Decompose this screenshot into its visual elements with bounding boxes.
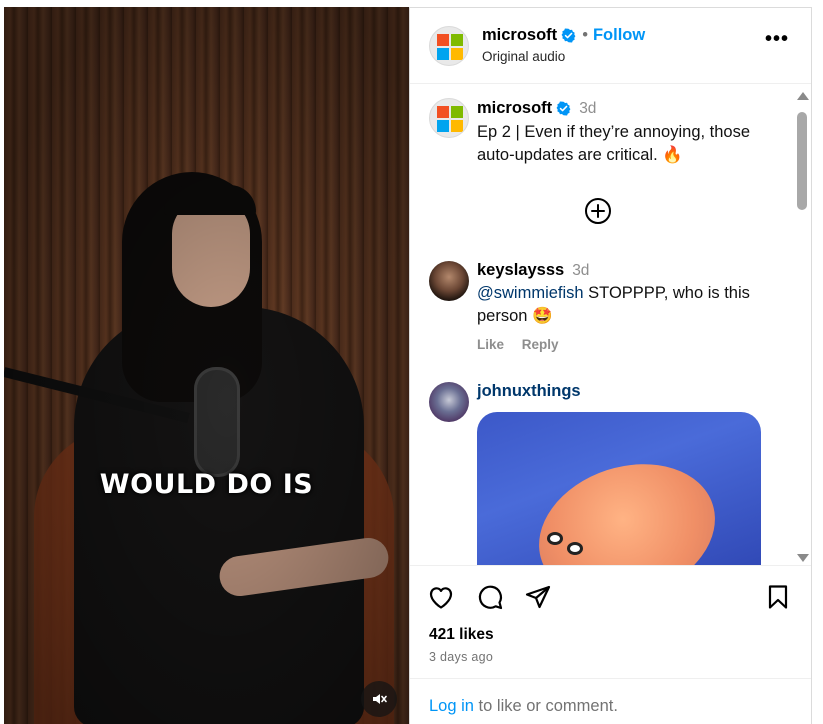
post-date[interactable]: 3 days ago xyxy=(429,650,493,664)
mute-button[interactable] xyxy=(361,681,397,717)
microsoft-logo-icon xyxy=(437,34,463,60)
header-username-row: microsoft • Follow xyxy=(482,26,645,45)
save-bookmark-icon[interactable] xyxy=(763,582,793,612)
post-timestamp[interactable]: 3d xyxy=(579,100,596,118)
fire-emoji: 🔥 xyxy=(662,145,683,164)
comment-reply-button[interactable]: Reply xyxy=(522,337,559,352)
likes-count[interactable]: 421 likes xyxy=(429,626,494,644)
comment-username[interactable]: keyslaysss xyxy=(477,261,564,280)
video-caption: WOULD DO IS xyxy=(99,469,314,500)
comment-timestamp[interactable]: 3d xyxy=(572,262,589,280)
more-options-icon[interactable]: ••• xyxy=(765,29,789,49)
login-prompt: Log in to like or comment. xyxy=(410,678,811,716)
gif-eye xyxy=(547,532,563,545)
comment-username[interactable]: johnuxthings xyxy=(477,382,581,401)
verified-badge-icon xyxy=(561,28,576,43)
post-header: microsoft • Follow Original audio ••• xyxy=(410,8,811,84)
comment-gif[interactable] xyxy=(477,412,761,565)
microsoft-logo-icon xyxy=(437,106,463,132)
mention-link[interactable]: @swimmiefish xyxy=(477,284,584,302)
post-caption: Ep 2 | Even if they’re annoying, those a… xyxy=(477,121,777,166)
avatar[interactable] xyxy=(429,26,469,66)
gif-character xyxy=(521,442,733,565)
post-sidebar: microsoft • Follow Original audio ••• mi… xyxy=(409,7,812,724)
comment-author-row: keyslaysss 3d xyxy=(477,261,589,280)
post-caption-text: Ep 2 | Even if they’re annoying, those a… xyxy=(477,123,751,164)
speaker-muted-icon xyxy=(373,694,387,704)
comment-text: @swimmiefish STOPPPP, who is this person… xyxy=(477,282,767,327)
video-vignette xyxy=(4,7,409,724)
comments-section[interactable]: microsoft 3d Ep 2 | Even if they’re anno… xyxy=(410,85,811,565)
comment-avatar[interactable] xyxy=(429,382,469,422)
login-link[interactable]: Log in xyxy=(429,697,474,715)
post-author-row: microsoft 3d xyxy=(477,99,596,118)
share-send-icon[interactable] xyxy=(523,582,553,612)
comment-avatar[interactable] xyxy=(429,261,469,301)
scroll-up-arrow-icon[interactable] xyxy=(797,92,809,100)
comment-bubble-icon[interactable] xyxy=(475,582,505,612)
comments-scrollbar[interactable] xyxy=(796,90,809,566)
star-struck-emoji: 🤩 xyxy=(532,306,553,325)
original-audio-link[interactable]: Original audio xyxy=(482,49,565,64)
load-more-comments-icon[interactable] xyxy=(584,197,612,225)
follow-button[interactable]: Follow xyxy=(593,26,645,45)
post-actions: 421 likes 3 days ago Log in to like or c… xyxy=(410,565,811,724)
header-username[interactable]: microsoft xyxy=(482,26,557,45)
gif-eye xyxy=(567,542,583,555)
scrollbar-thumb[interactable] xyxy=(797,112,807,210)
post-author-avatar[interactable] xyxy=(429,98,469,138)
scroll-down-arrow-icon[interactable] xyxy=(797,554,809,562)
separator-dot: • xyxy=(582,26,588,44)
comment-like-button[interactable]: Like xyxy=(477,337,504,352)
video-player[interactable]: WOULD DO IS xyxy=(4,7,409,724)
post-author-username[interactable]: microsoft xyxy=(477,99,552,118)
like-heart-icon[interactable] xyxy=(426,582,456,612)
comment-actions: Like Reply xyxy=(477,337,573,352)
login-prompt-text: to like or comment. xyxy=(473,697,618,715)
verified-badge-icon xyxy=(556,101,571,116)
